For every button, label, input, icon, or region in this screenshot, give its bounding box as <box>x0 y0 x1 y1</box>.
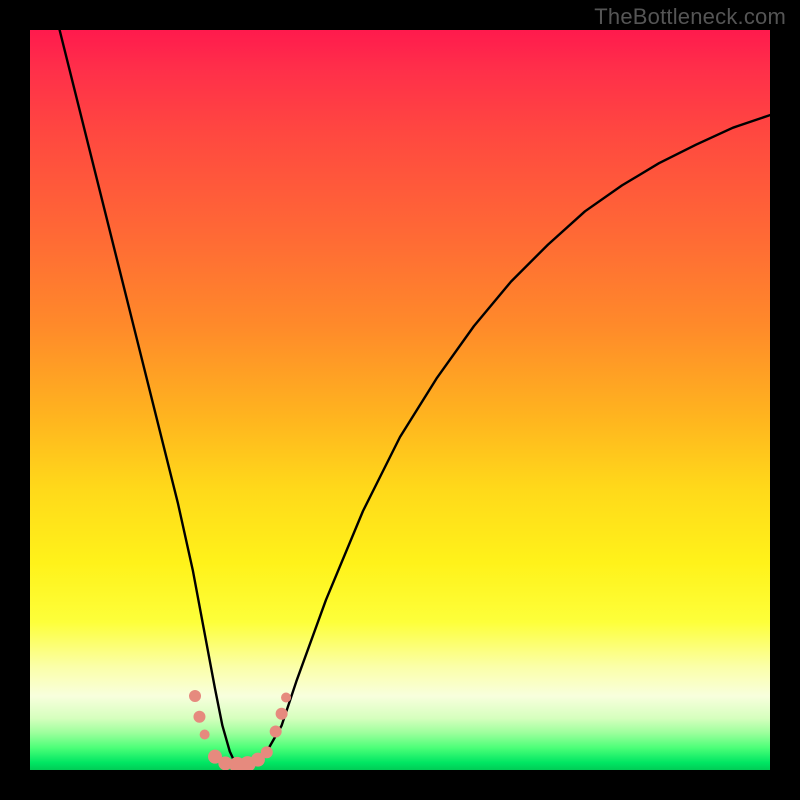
highlight-point <box>189 690 201 702</box>
chart-frame: TheBottleneck.com <box>0 0 800 800</box>
watermark-text: TheBottleneck.com <box>594 4 786 30</box>
highlight-point <box>276 708 288 720</box>
highlight-point <box>281 692 291 702</box>
highlight-point <box>193 711 205 723</box>
highlight-point <box>200 729 210 739</box>
highlight-markers <box>189 690 291 770</box>
highlight-point <box>261 746 273 758</box>
bottleneck-curve-svg <box>30 30 770 770</box>
bottleneck-curve-line <box>60 30 770 766</box>
highlight-point <box>270 726 282 738</box>
plot-area <box>30 30 770 770</box>
